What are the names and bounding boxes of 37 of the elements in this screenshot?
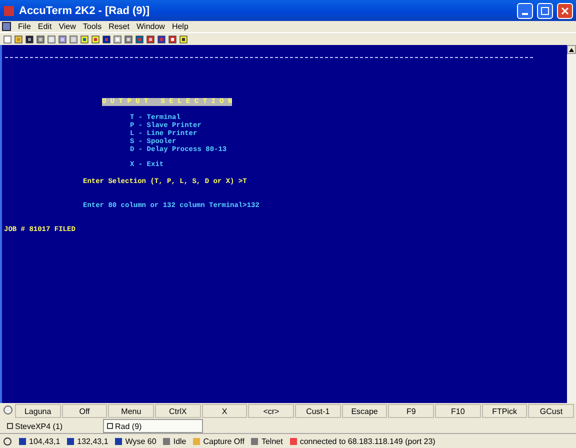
session-tab[interactable]: Rad (9) <box>103 419 203 433</box>
function-key[interactable]: <cr> <box>248 404 294 418</box>
status-text: 132,43,1 <box>77 436 108 446</box>
minimize-icon <box>522 12 528 14</box>
menu-item[interactable]: Reset <box>108 22 130 31</box>
function-key[interactable]: F10 <box>435 404 481 418</box>
menu-item[interactable]: View <box>58 22 76 31</box>
scrollbar[interactable] <box>567 45 576 403</box>
menu-item[interactable]: Help <box>172 22 188 31</box>
menu-item[interactable]: Tools <box>82 22 102 31</box>
function-key[interactable]: CtrlX <box>155 404 201 418</box>
app-icon <box>3 4 15 16</box>
status-text: 104,43,1 <box>29 436 60 446</box>
function-key[interactable]: Off <box>62 404 108 418</box>
minimize-button[interactable] <box>517 2 533 18</box>
status-text: Wyse 60 <box>125 436 156 446</box>
close-button[interactable] <box>557 2 573 18</box>
window-title: AccuTerm 2K2 - [Rad (9)] <box>19 4 151 16</box>
status-text: Idle <box>173 436 186 446</box>
function-key[interactable]: Laguna <box>15 404 61 418</box>
function-key[interactable]: Cust-1 <box>295 404 341 418</box>
scroll-up-icon[interactable] <box>569 48 574 52</box>
status-text: Telnet <box>261 436 283 446</box>
menu-item[interactable]: Edit <box>38 22 52 31</box>
maximize-icon <box>541 6 549 14</box>
menu-item[interactable]: File <box>18 22 31 31</box>
function-key[interactable]: FTPick <box>482 404 528 418</box>
function-key[interactable]: F9 <box>388 404 434 418</box>
function-key[interactable]: GCust <box>528 404 574 418</box>
maximize-button[interactable] <box>537 2 553 18</box>
function-key[interactable]: Escape <box>342 404 388 418</box>
function-key[interactable]: X <box>202 404 248 418</box>
close-icon <box>561 6 569 14</box>
status-text: Capture Off <box>203 436 244 446</box>
function-key[interactable]: Menu <box>108 404 154 418</box>
status-text: connected to 68.183.118.149 (port 23) <box>300 436 436 446</box>
menu-item[interactable]: Window <box>136 22 165 31</box>
